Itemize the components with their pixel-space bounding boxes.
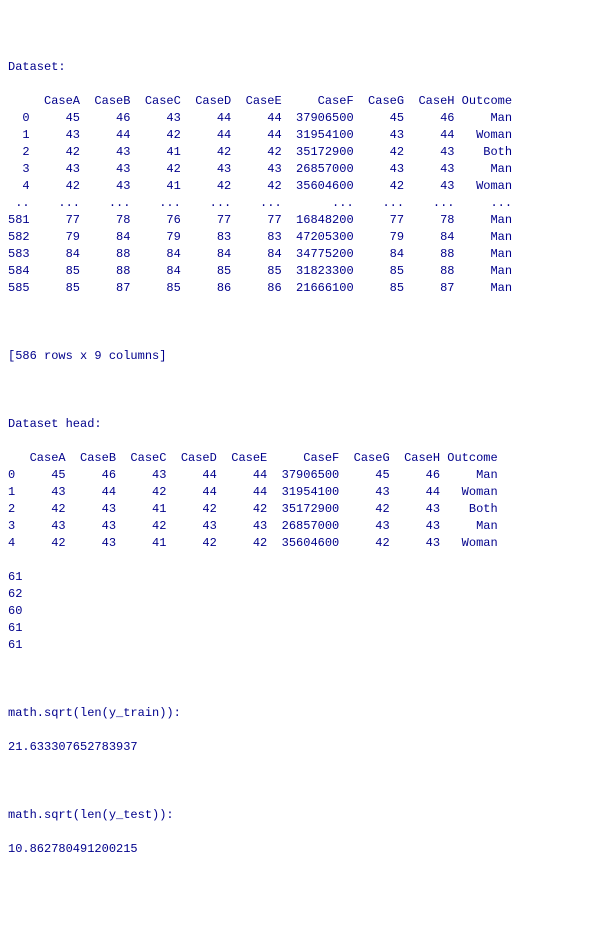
sqrt-test-label: math.sqrt(len(y_test)):	[8, 807, 608, 824]
extra-indices: 61 62 60 61 61	[8, 569, 608, 654]
dataset-label: Dataset:	[8, 59, 608, 76]
dataset-head-label: Dataset head:	[8, 416, 608, 433]
shape-line: [586 rows x 9 columns]	[8, 348, 608, 365]
blank-line-3	[8, 671, 608, 688]
blank-line-2	[8, 382, 608, 399]
sqrt-train-label: math.sqrt(len(y_train)):	[8, 705, 608, 722]
sqrt-train-value: 21.633307652783937	[8, 739, 608, 756]
dataset-head-table: CaseA CaseB CaseC CaseD CaseE CaseF Case…	[8, 450, 608, 552]
sqrt-test-value: 10.862780491200215	[8, 841, 608, 858]
dataset-table: CaseA CaseB CaseC CaseD CaseE CaseF Case…	[8, 93, 608, 297]
blank-line-4	[8, 773, 608, 790]
blank-line-1	[8, 314, 608, 331]
